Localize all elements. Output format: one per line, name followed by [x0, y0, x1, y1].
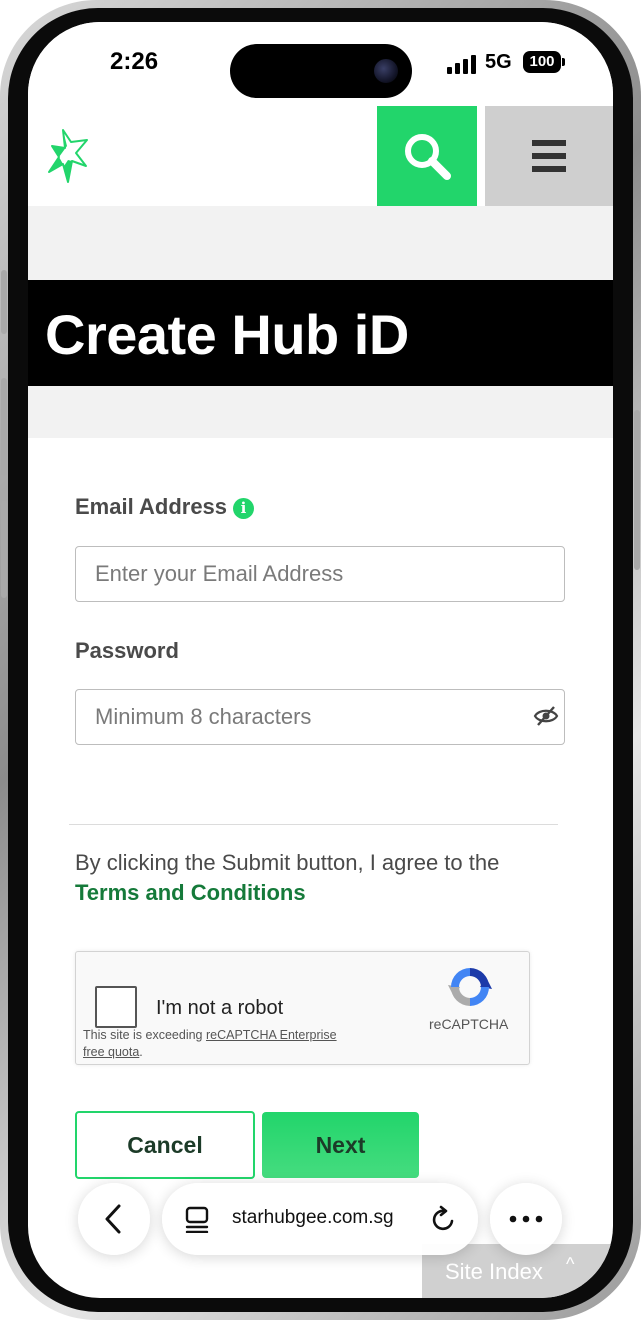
eye-off-icon[interactable]: [533, 705, 559, 727]
screen: 2:26 5G 100 Create Hub iD Email Address …: [28, 22, 613, 1298]
more-options-button[interactable]: [490, 1183, 562, 1255]
recaptcha-warning: This site is exceeding reCAPTCHA Enterpr…: [83, 1027, 343, 1061]
chevron-up-icon: ^: [566, 1254, 575, 1274]
volume-down-button: [1, 500, 7, 598]
email-input[interactable]: [75, 546, 565, 602]
search-button[interactable]: [377, 106, 477, 206]
email-label-text: Email Address: [75, 494, 228, 519]
network-type: 5G: [485, 51, 512, 73]
status-time: 2:26: [110, 48, 159, 75]
site-index-label[interactable]: Site Index: [445, 1259, 543, 1285]
terms-link[interactable]: Terms and Conditions: [75, 880, 306, 905]
cancel-button[interactable]: Cancel: [75, 1111, 255, 1179]
terms-prefix: By clicking the Submit button, I agree t…: [75, 850, 500, 875]
more-dots-icon: [509, 1215, 543, 1223]
chevron-left-icon: [105, 1204, 121, 1234]
recaptcha-widget: I'm not a robot This site is exceeding r…: [75, 951, 530, 1065]
recaptcha-warning-prefix: This site is exceeding: [83, 1028, 206, 1042]
search-icon: [405, 134, 451, 180]
page-menu-icon[interactable]: [184, 1205, 210, 1233]
address-bar[interactable]: starhubgee.com.sg: [162, 1183, 478, 1255]
site-header: [28, 106, 613, 206]
starhub-logo[interactable]: [46, 128, 92, 184]
email-label: Email Address i: [75, 494, 255, 520]
power-button: [634, 410, 640, 570]
action-button: [1, 270, 7, 334]
recaptcha-label: I'm not a robot: [156, 997, 284, 1019]
title-banner: Create Hub iD: [28, 280, 613, 386]
password-label: Password: [75, 638, 179, 663]
recaptcha-warning-suffix: .: [139, 1045, 143, 1059]
recaptcha-checkbox[interactable]: [95, 986, 137, 1028]
signal-bars-icon: [447, 54, 477, 74]
info-icon[interactable]: i: [233, 498, 255, 519]
recaptcha-brand: reCAPTCHA: [429, 1016, 509, 1032]
hamburger-menu-icon: [532, 140, 566, 172]
front-camera: [374, 59, 398, 83]
password-input[interactable]: [75, 689, 565, 745]
reload-icon[interactable]: [430, 1205, 458, 1233]
page-title: Create Hub iD: [45, 303, 409, 366]
form-divider: [69, 824, 558, 825]
volume-up-button: [1, 378, 7, 476]
url-text[interactable]: starhubgee.com.sg: [232, 1207, 394, 1229]
recaptcha-logo-icon: [448, 968, 492, 1006]
menu-button[interactable]: [485, 106, 613, 206]
terms-text: By clicking the Submit button, I agree t…: [75, 848, 575, 908]
title-spacer: [28, 386, 613, 438]
header-spacer: [28, 206, 613, 280]
dynamic-island: [230, 44, 412, 98]
battery-icon: 100: [523, 51, 561, 73]
browser-back-button[interactable]: [78, 1183, 150, 1255]
status-bar: 2:26 5G 100: [28, 22, 613, 106]
next-button[interactable]: Next: [262, 1112, 419, 1178]
battery-tip: [562, 58, 565, 66]
